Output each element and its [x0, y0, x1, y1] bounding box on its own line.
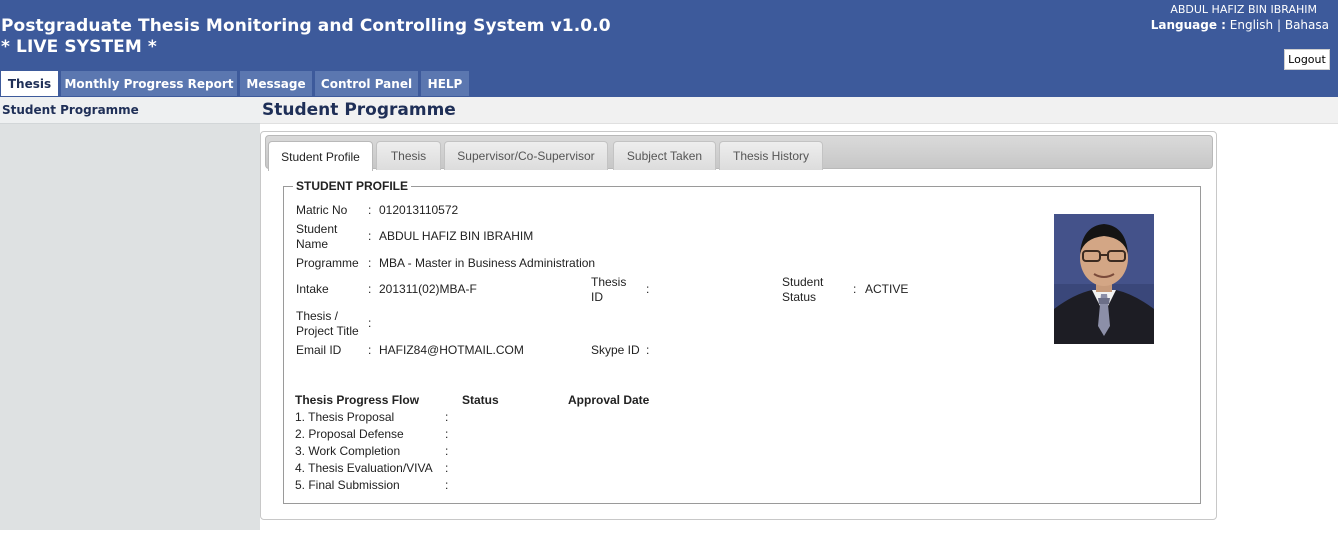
student-status-label-line2: Status	[782, 290, 817, 304]
logout-button[interactable]: Logout	[1284, 49, 1330, 70]
language-label: Language :	[1150, 18, 1226, 32]
student-photo-portrait-icon	[1054, 214, 1154, 344]
skype-label: Skype ID	[591, 343, 640, 357]
student-name-label-line2: Name	[296, 237, 329, 251]
language-bahasa-link[interactable]: Bahasa	[1285, 18, 1329, 32]
matric-no-value: 012013110572	[379, 203, 459, 217]
progress-row-label: 1. Thesis Proposal	[295, 410, 395, 424]
programme-colon: :	[368, 256, 372, 270]
progress-flow-header: Thesis Progress Flow	[295, 393, 420, 407]
intake-value: 201311(02)MBA-F	[379, 282, 477, 296]
progress-approval-date-header: Approval Date	[568, 393, 650, 407]
email-colon: :	[368, 343, 372, 357]
student-profile-panel: Student Profile Thesis Supervisor/Co-Sup…	[260, 131, 1217, 520]
student-name-colon: :	[368, 229, 372, 243]
student-profile-legend: STUDENT PROFILE	[293, 179, 412, 193]
nav-tab-message[interactable]: Message	[240, 71, 312, 96]
intake-label: Intake	[296, 282, 329, 296]
page-heading-bar: Student Programme	[260, 97, 1338, 124]
app-title-line2: * LIVE SYSTEM *	[1, 37, 157, 57]
language-switcher: Language : English | Bahasa	[1151, 18, 1329, 32]
student-status-label: Student Status	[782, 275, 823, 305]
email-value: HAFIZ84@HOTMAIL.COM	[379, 343, 524, 357]
nav-tab-monthly-progress-report[interactable]: Monthly Progress Report	[61, 71, 237, 96]
thesis-id-label: Thesis ID	[591, 275, 626, 305]
nav-tab-help[interactable]: HELP	[421, 71, 469, 96]
thesis-title-label: Thesis / Project Title	[296, 309, 359, 339]
progress-row-colon: :	[445, 461, 449, 475]
student-name-label-line1: Student	[296, 222, 338, 236]
tab-thesis[interactable]: Thesis	[376, 141, 441, 170]
progress-status-header: Status	[462, 393, 499, 407]
student-name-label: Student Name	[296, 222, 337, 252]
matric-no-label: Matric No	[296, 203, 348, 217]
thesis-title-colon: :	[368, 316, 372, 330]
tab-supervisor-co-supervisor[interactable]: Supervisor/Co-Supervisor	[444, 141, 608, 170]
student-profile-fieldset: STUDENT PROFILE Matric No : 012013110572…	[283, 179, 1201, 504]
sidebar-item-student-programme[interactable]: Student Programme	[0, 97, 260, 124]
progress-row-label: 2. Proposal Defense	[295, 427, 404, 441]
student-name-value: ABDUL HAFIZ BIN IBRAHIM	[379, 229, 534, 243]
app-title: Postgraduate Thesis Monitoring and Contr…	[1, 16, 611, 58]
language-separator: |	[1276, 18, 1282, 32]
tab-student-profile[interactable]: Student Profile	[268, 141, 373, 171]
progress-row-colon: :	[445, 427, 449, 441]
nav-tab-thesis[interactable]: Thesis	[1, 71, 58, 96]
tab-thesis-history[interactable]: Thesis History	[719, 141, 823, 170]
thesis-id-colon: :	[646, 282, 650, 296]
panel-tab-bar: Student Profile Thesis Supervisor/Co-Sup…	[265, 135, 1213, 171]
tab-subject-taken[interactable]: Subject Taken	[613, 141, 716, 170]
language-english-link[interactable]: English	[1230, 18, 1273, 32]
progress-row-colon: :	[445, 444, 449, 458]
app-title-line1: Postgraduate Thesis Monitoring and Contr…	[1, 16, 611, 36]
intake-colon: :	[368, 282, 372, 296]
student-status-colon: :	[853, 282, 857, 296]
top-header: Postgraduate Thesis Monitoring and Contr…	[0, 0, 1338, 97]
programme-value: MBA - Master in Business Administration	[379, 256, 596, 270]
user-name: ABDUL HAFIZ BIN IBRAHIM	[1170, 3, 1317, 16]
student-status-value: ACTIVE	[865, 282, 909, 296]
email-label: Email ID	[296, 343, 342, 357]
matric-no-colon: :	[368, 203, 372, 217]
student-photo	[1054, 214, 1154, 344]
progress-row-colon: :	[445, 478, 449, 492]
student-status-label-line1: Student	[782, 275, 824, 289]
nav-tab-control-panel[interactable]: Control Panel	[315, 71, 418, 96]
programme-label: Programme	[296, 256, 359, 270]
thesis-id-label-line1: Thesis	[591, 275, 627, 289]
progress-row-label: 5. Final Submission	[295, 478, 400, 492]
thesis-title-label-line1: Thesis /	[296, 309, 339, 323]
progress-row-label: 3. Work Completion	[295, 444, 401, 458]
thesis-title-label-line2: Project Title	[296, 324, 359, 338]
sidebar: Student Programme	[0, 97, 260, 530]
progress-row-label: 4. Thesis Evaluation/VIVA	[295, 461, 433, 475]
skype-colon: :	[646, 343, 650, 357]
page-title: Student Programme	[262, 100, 456, 120]
thesis-id-label-line2: ID	[591, 290, 603, 304]
progress-row-colon: :	[445, 410, 449, 424]
